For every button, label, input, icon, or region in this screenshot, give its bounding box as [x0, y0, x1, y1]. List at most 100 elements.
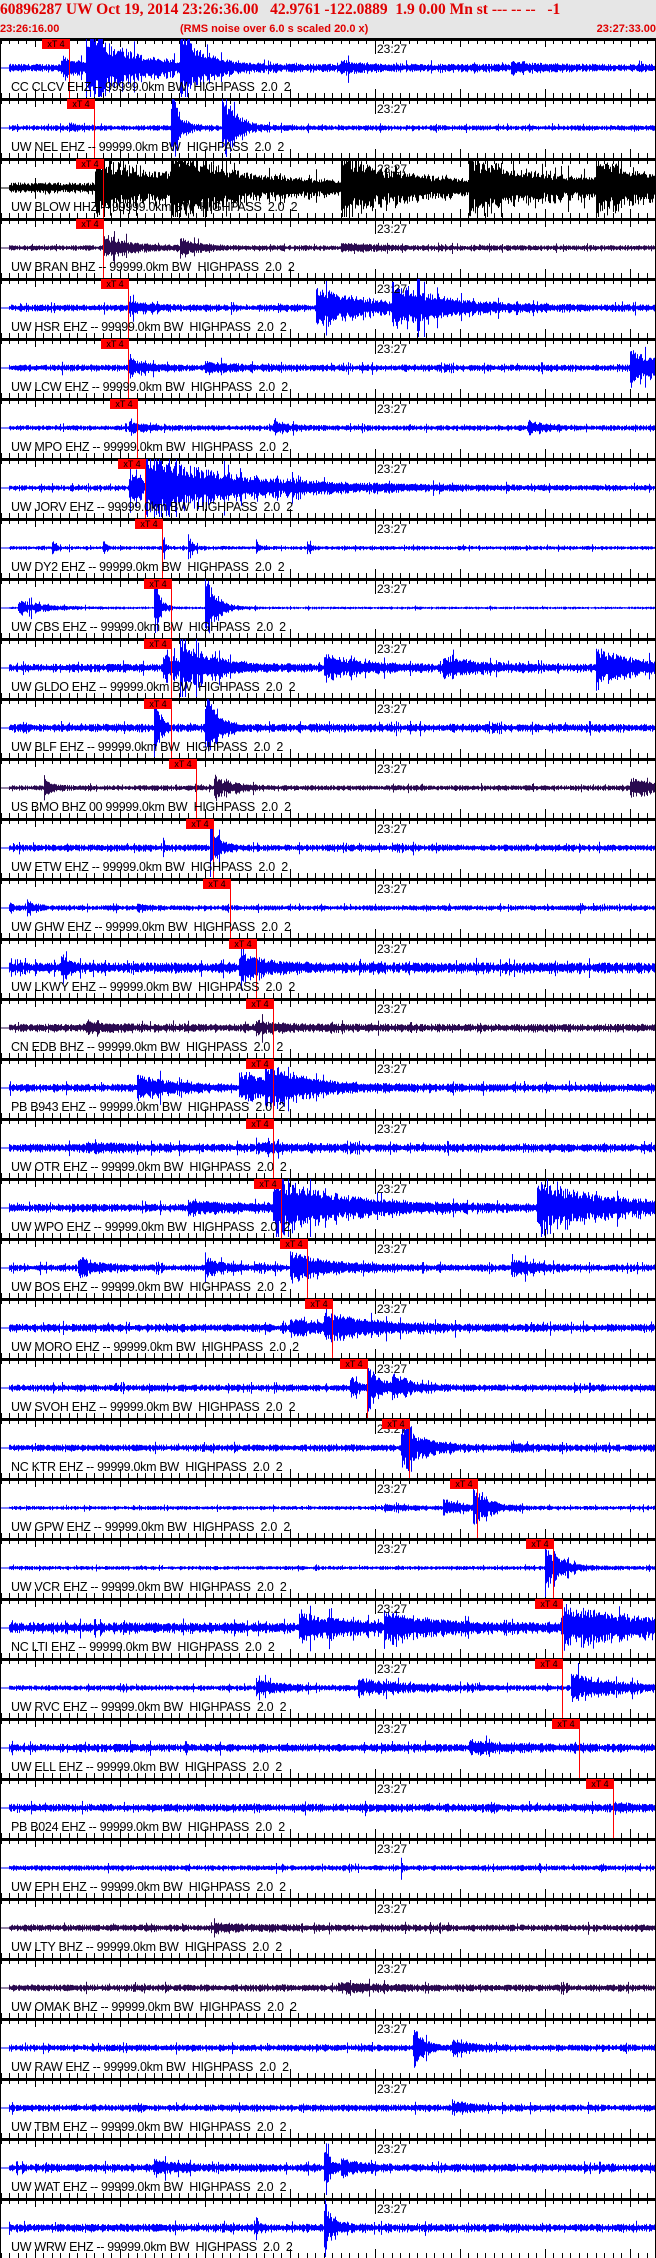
- pick-marker[interactable]: xT 4: [254, 1179, 282, 1189]
- waveform: [1, 2099, 655, 2116]
- seismogram-panel: 23:27 UW CBS EHZ -- 99999.0km BW HIGHPASS…: [0, 578, 656, 638]
- minute-label: 23:27: [377, 222, 408, 236]
- station-label: UW JORV EHZ -- 99999.0km BW HIGHPASS 2.0…: [11, 500, 293, 514]
- station-label: UW LTY BHZ -- 99999.0km BW HIGHPASS 2.0 …: [11, 1940, 282, 1954]
- station-label: UW BLF EHZ -- 99999.0km BW HIGHPASS 2.0 …: [11, 740, 284, 754]
- minute-label: 23:27: [377, 822, 408, 836]
- pick-marker[interactable]: xT 4: [101, 339, 129, 349]
- minute-label: 23:27: [377, 1482, 408, 1496]
- seismogram-panel: 23:27 UW RVC EHZ -- 99999.0km BW HIGHPASS…: [0, 1658, 656, 1718]
- station-label: US BMO BHZ 00 99999.0km BW HIGHPASS 2.0 …: [11, 800, 291, 814]
- seismogram-panel: 23:27 UW DY2 EHZ -- 99999.0km BW HIGHPASS…: [0, 518, 656, 578]
- station-label: UW NEL EHZ -- 99999.0km BW HIGHPASS 2.0 …: [11, 140, 284, 154]
- station-label: UW SVOH EHZ -- 99999.0km BW HIGHPASS 2.0…: [11, 1400, 296, 1414]
- pick-marker[interactable]: xT 4: [246, 1119, 274, 1129]
- pick-marker[interactable]: xT 4: [118, 459, 146, 469]
- pick-marker[interactable]: xT 4: [169, 759, 197, 769]
- station-label: UW MPO EHZ -- 99999.0km BW HIGHPASS 2.0 …: [11, 440, 289, 454]
- seismogram-panel: 23:27 UW SVOH EHZ -- 99999.0km BW HIGHPAS…: [0, 1358, 656, 1418]
- seismogram-panel: 23:27 UW WRW EHZ -- 99999.0km BW HIGHPASS…: [0, 2198, 656, 2258]
- pick-marker[interactable]: xT 4: [552, 1719, 580, 1729]
- pick-marker[interactable]: xT 4: [382, 1419, 410, 1429]
- minute-label: 23:27: [377, 642, 408, 656]
- seismogram-panel: 23:27 UW ETW EHZ -- 99999.0km BW HIGHPASS…: [0, 818, 656, 878]
- seismogram-list: 23:27 CC CLCV EHZ -- 99999.0km BW HIGHPAS…: [0, 38, 656, 2258]
- station-label: PB B024 EHZ -- 99999.0km BW HIGHPASS 2.0…: [11, 1820, 285, 1834]
- station-label: UW BLOW HHZ -- 99999.0km BW HIGHPASS 2.0…: [11, 200, 298, 214]
- minute-label: 23:27: [377, 522, 408, 536]
- seismogram-panel: 23:27 CN EDB BHZ -- 99999.0km BW HIGHPASS…: [0, 998, 656, 1058]
- pick-marker[interactable]: xT 4: [526, 1539, 554, 1549]
- seismogram-panel: 23:27 UW WPO EHZ -- 99999.0km BW HIGHPASS…: [0, 1178, 656, 1238]
- seismogram-panel: 23:27 UW NEL EHZ -- 99999.0km BW HIGHPASS…: [0, 98, 656, 158]
- pick-marker[interactable]: xT 4: [305, 1299, 333, 1309]
- pick-marker[interactable]: xT 4: [42, 39, 70, 49]
- pick-marker[interactable]: xT 4: [67, 99, 95, 109]
- pick-marker[interactable]: xT 4: [135, 519, 163, 529]
- pick-marker[interactable]: xT 4: [280, 1239, 308, 1249]
- minute-label: 23:27: [377, 1962, 408, 1976]
- station-label: NC KTR EHZ -- 99999.0km BW HIGHPASS 2.0 …: [11, 1460, 283, 1474]
- pick-marker[interactable]: xT 4: [144, 699, 172, 709]
- pick-marker[interactable]: xT 4: [110, 399, 138, 409]
- waveform: [1, 418, 655, 436]
- waveform: [1, 1735, 655, 1757]
- station-label: PB B943 EHZ -- 99999.0km BW HIGHPASS 2.0…: [11, 1100, 285, 1114]
- station-label: CN EDB BHZ -- 99999.0km BW HIGHPASS 2.0 …: [11, 1040, 284, 1054]
- pick-marker[interactable]: xT 4: [246, 999, 274, 1009]
- pick-marker[interactable]: xT 4: [144, 639, 172, 649]
- minute-label: 23:27: [377, 702, 408, 716]
- seismogram-panel: 23:27 UW BLOW HHZ -- 99999.0km BW HIGHPAS…: [0, 158, 656, 218]
- pick-marker[interactable]: xT 4: [450, 1479, 478, 1489]
- seismogram-panel: 23:27 UW OMAK BHZ -- 99999.0km BW HIGHPAS…: [0, 1958, 656, 2018]
- pick-marker[interactable]: xT 4: [229, 939, 257, 949]
- seismogram-panel: 23:27 CC CLCV EHZ -- 99999.0km BW HIGHPAS…: [0, 38, 656, 98]
- station-label: UW RAW EHZ -- 99999.0km BW HIGHPASS 2.0 …: [11, 2060, 289, 2074]
- minute-label: 23:27: [377, 1902, 408, 1916]
- pick-marker[interactable]: xT 4: [246, 1059, 274, 1069]
- seismogram-panel: 23:27 UW GHW EHZ -- 99999.0km BW HIGHPASS…: [0, 878, 656, 938]
- seismogram-panel: 23:27 NC LTI EHZ -- 99999.0km BW HIGHPASS…: [0, 1598, 656, 1658]
- station-label: UW VCR EHZ -- 99999.0km BW HIGHPASS 2.0 …: [11, 1580, 287, 1594]
- waveform: [1, 774, 655, 802]
- pick-marker[interactable]: xT 4: [144, 579, 172, 589]
- minute-label: 23:27: [377, 162, 408, 176]
- station-label: CC CLCV EHZ -- 99999.0km BW HIGHPASS 2.0…: [11, 80, 291, 94]
- pick-marker[interactable]: xT 4: [203, 879, 231, 889]
- waveform: [1, 1918, 655, 1938]
- waveform: [1, 534, 655, 560]
- pick-marker[interactable]: xT 4: [76, 219, 104, 229]
- station-label: UW LKWY EHZ -- 99999.0km BW HIGHPASS 2.0…: [11, 980, 296, 994]
- station-label: UW RVC EHZ -- 99999.0km BW HIGHPASS 2.0 …: [11, 1700, 287, 1714]
- waveform: [1, 899, 655, 917]
- seismogram-panel: 23:27 UW LCW EHZ -- 99999.0km BW HIGHPASS…: [0, 338, 656, 398]
- minute-label: 23:27: [377, 1782, 408, 1796]
- seismogram-panel: 23:27 UW RAW EHZ -- 99999.0km BW HIGHPASS…: [0, 2018, 656, 2078]
- minute-label: 23:27: [377, 1002, 408, 1016]
- pick-marker[interactable]: xT 4: [340, 1359, 368, 1369]
- pick-marker[interactable]: xT 4: [535, 1659, 563, 1669]
- seismogram-panel: 23:27 UW LKWY EHZ -- 99999.0km BW HIGHPAS…: [0, 938, 656, 998]
- pick-marker[interactable]: xT 4: [186, 819, 214, 829]
- pick-marker[interactable]: xT 4: [586, 1779, 614, 1789]
- minute-label: 23:27: [377, 42, 408, 56]
- waveform: [1, 1251, 655, 1284]
- pick-marker[interactable]: xT 4: [101, 279, 129, 289]
- minute-label: 23:27: [377, 402, 408, 416]
- station-label: UW OTR EHZ -- 99999.0km BW HIGHPASS 2.0 …: [11, 1160, 287, 1174]
- minute-label: 23:27: [377, 2142, 408, 2156]
- station-label: UW EPH EHZ -- 99999.0km BW HIGHPASS 2.0 …: [11, 1880, 286, 1894]
- station-label: UW LCW EHZ -- 99999.0km BW HIGHPASS 2.0 …: [11, 380, 288, 394]
- seismogram-panel: 23:27 UW BOS EHZ -- 99999.0km BW HIGHPASS…: [0, 1238, 656, 1298]
- scaling-note: (RMS noise over 6.0 s scaled 20.0 x): [180, 23, 369, 35]
- station-label: UW MORO EHZ -- 99999.0km BW HIGHPASS 2.0…: [11, 1340, 299, 1354]
- pick-marker[interactable]: xT 4: [76, 159, 104, 169]
- station-label: UW GLDO EHZ -- 99999.0km BW HIGHPASS 2.0…: [11, 680, 296, 694]
- minute-label: 23:27: [377, 1362, 408, 1376]
- minute-label: 23:27: [377, 342, 408, 356]
- seismogram-panel: 23:27 UW GLDO EHZ -- 99999.0km BW HIGHPAS…: [0, 638, 656, 698]
- station-label: UW WRW EHZ -- 99999.0km BW HIGHPASS 2.0 …: [11, 2240, 293, 2254]
- pick-marker[interactable]: xT 4: [535, 1599, 563, 1609]
- minute-label: 23:27: [377, 282, 408, 296]
- station-label: UW GPW EHZ -- 99999.0km BW HIGHPASS 2.0 …: [11, 1520, 290, 1534]
